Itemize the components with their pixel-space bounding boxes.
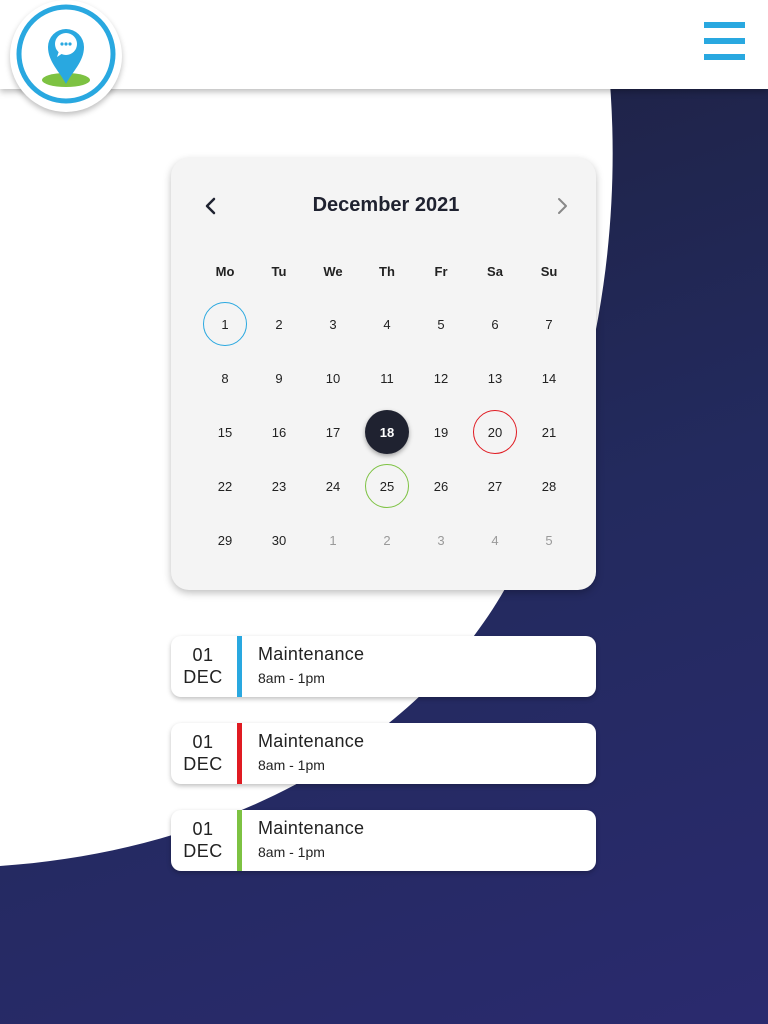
hamburger-menu-icon[interactable] bbox=[700, 18, 748, 66]
calendar-day[interactable]: 13 bbox=[473, 356, 517, 400]
calendar-day[interactable]: 11 bbox=[365, 356, 409, 400]
event-color-bar bbox=[237, 810, 242, 871]
calendar-day[interactable]: 3 bbox=[311, 302, 355, 346]
event-date: 01 DEC bbox=[171, 731, 235, 775]
calendar-day-selected[interactable]: 18 bbox=[365, 410, 409, 454]
event-card[interactable]: 01 DEC Maintenance 8am - 1pm bbox=[171, 636, 596, 697]
event-color-bar bbox=[237, 723, 242, 784]
event-day: 01 bbox=[192, 645, 214, 665]
event-card[interactable]: 01 DEC Maintenance 8am - 1pm bbox=[171, 810, 596, 871]
calendar-day[interactable]: 28 bbox=[527, 464, 571, 508]
calendar-day[interactable]: 2 bbox=[257, 302, 301, 346]
event-date: 01 DEC bbox=[171, 644, 235, 688]
calendar-day[interactable]: 4 bbox=[365, 302, 409, 346]
calendar-day[interactable]: 15 bbox=[203, 410, 247, 454]
weekday-label: Sa bbox=[487, 264, 503, 279]
calendar-day[interactable]: 7 bbox=[527, 302, 571, 346]
weekday-label: Tu bbox=[271, 264, 287, 279]
calendar-day[interactable]: 12 bbox=[419, 356, 463, 400]
calendar-day[interactable]: 16 bbox=[257, 410, 301, 454]
calendar-day[interactable]: 9 bbox=[257, 356, 301, 400]
event-color-bar bbox=[237, 636, 242, 697]
app-logo[interactable] bbox=[10, 0, 122, 112]
calendar-day[interactable]: 5 bbox=[419, 302, 463, 346]
event-card[interactable]: 01 DEC Maintenance 8am - 1pm bbox=[171, 723, 596, 784]
weekday-label: We bbox=[323, 264, 343, 279]
calendar-day[interactable]: 21 bbox=[527, 410, 571, 454]
weekday-label: Su bbox=[540, 264, 558, 279]
calendar-day[interactable]: 20 bbox=[473, 410, 517, 454]
calendar-day[interactable]: 4 bbox=[473, 518, 517, 562]
event-time: 8am - 1pm bbox=[258, 757, 325, 773]
calendar-day[interactable]: 1 bbox=[311, 518, 355, 562]
calendar-day[interactable]: 19 bbox=[419, 410, 463, 454]
calendar-day[interactable]: 22 bbox=[203, 464, 247, 508]
calendar-month-title: December 2021 bbox=[312, 194, 460, 216]
event-time: 8am - 1pm bbox=[258, 844, 325, 860]
calendar-day[interactable]: 30 bbox=[257, 518, 301, 562]
calendar-day[interactable]: 26 bbox=[419, 464, 463, 508]
calendar-day[interactable]: 2 bbox=[365, 518, 409, 562]
event-title: Maintenance bbox=[258, 731, 365, 751]
calendar-day[interactable]: 3 bbox=[419, 518, 463, 562]
event-day: 01 bbox=[192, 819, 214, 839]
calendar-day[interactable]: 14 bbox=[527, 356, 571, 400]
event-title: Maintenance bbox=[258, 818, 365, 838]
event-title: Maintenance bbox=[258, 644, 365, 664]
event-date: 01 DEC bbox=[171, 818, 235, 862]
calendar-card: December 2021 Mo Tu We Th Fr Sa Su 1 2 3 4 5 6 7 8 9 10… bbox=[171, 158, 596, 590]
calendar-day[interactable]: 27 bbox=[473, 464, 517, 508]
calendar-day[interactable]: 23 bbox=[257, 464, 301, 508]
event-month: DEC bbox=[183, 754, 223, 774]
calendar-day[interactable]: 6 bbox=[473, 302, 517, 346]
calendar-day[interactable]: 29 bbox=[203, 518, 247, 562]
calendar-day[interactable]: 25 bbox=[365, 464, 409, 508]
weekday-label: Th bbox=[379, 264, 395, 279]
calendar-day[interactable]: 24 bbox=[311, 464, 355, 508]
weekday-label: Mo bbox=[215, 264, 235, 279]
calendar-day[interactable]: 1 bbox=[203, 302, 247, 346]
event-month: DEC bbox=[183, 667, 223, 687]
calendar-day[interactable]: 8 bbox=[203, 356, 247, 400]
weekday-label: Fr bbox=[434, 264, 448, 279]
event-time: 8am - 1pm bbox=[258, 670, 325, 686]
calendar-day[interactable]: 17 bbox=[311, 410, 355, 454]
calendar-day[interactable]: 5 bbox=[527, 518, 571, 562]
event-day: 01 bbox=[192, 732, 214, 752]
chevron-right-icon[interactable] bbox=[550, 194, 574, 218]
event-month: DEC bbox=[183, 841, 223, 861]
map-pin-chat-icon bbox=[16, 4, 116, 104]
calendar-day[interactable]: 10 bbox=[311, 356, 355, 400]
